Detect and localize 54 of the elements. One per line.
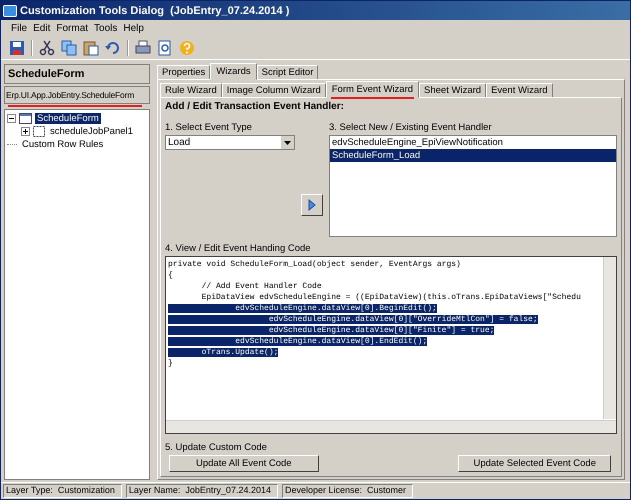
expander-icon[interactable] xyxy=(7,114,16,123)
field-label: 1. Select Event Type xyxy=(165,122,253,133)
section-heading: Add / Edit Transaction Event Handler: xyxy=(165,101,345,112)
preview-icon[interactable] xyxy=(157,40,173,56)
form-icon xyxy=(19,113,32,124)
tab[interactable]: Rule Wizard xyxy=(160,83,222,97)
add-handler-button[interactable] xyxy=(301,194,323,216)
field-label: 4. View / Edit Event Handing Code xyxy=(165,243,312,254)
code-line: // Add Event Handler Code xyxy=(200,282,322,291)
form-title: ScheduleForm xyxy=(4,64,150,84)
event-type-dropdown[interactable]: Load xyxy=(165,135,295,150)
tab[interactable]: Event Wizard xyxy=(486,83,553,97)
menu-item[interactable]: Edit xyxy=(33,23,50,34)
menu-item[interactable]: Help xyxy=(123,23,144,34)
tree-item[interactable]: Custom Row Rules xyxy=(20,139,106,150)
menu-item[interactable]: Tools xyxy=(94,23,118,34)
update-button[interactable]: Update All Event Code xyxy=(169,455,319,472)
field-label: 5. Update Custom Code xyxy=(165,442,268,453)
status-panel: Layer Type: Customization xyxy=(3,484,122,498)
code-line: } xyxy=(168,359,173,368)
list-item[interactable]: edvScheduleEngine_EpiViewNotification xyxy=(330,136,616,149)
play-icon xyxy=(308,199,316,211)
copy-icon[interactable] xyxy=(61,40,77,56)
tree-item[interactable]: scheduleJobPanel1 xyxy=(48,126,135,137)
horizontal-scrollbar[interactable] xyxy=(166,420,616,433)
paste-icon[interactable] xyxy=(83,40,99,56)
field-label: 3. Select New / Existing Event Handler xyxy=(329,122,493,133)
code-editor[interactable] xyxy=(165,256,617,434)
code-line: private void ScheduleForm_Load(object sender, EventArgs args) xyxy=(168,260,461,269)
menu-item[interactable]: Format xyxy=(56,23,88,34)
tab[interactable]: Script Editor xyxy=(256,65,318,79)
list-item[interactable]: ScheduleForm_Load xyxy=(330,149,616,162)
status-panel: Developer License: Customer xyxy=(282,484,414,498)
undo-icon[interactable] xyxy=(105,40,121,56)
save-icon[interactable] xyxy=(9,40,25,56)
update-button[interactable]: Update Selected Event Code xyxy=(458,455,611,472)
scissors-icon[interactable] xyxy=(39,40,55,56)
tab[interactable]: Wizards xyxy=(210,63,257,80)
tab[interactable]: Properties xyxy=(157,65,210,79)
tree-item[interactable]: ScheduleForm xyxy=(35,113,101,124)
app-icon xyxy=(3,4,17,16)
code-line: EpiDataView edvScheduleEngine = ((EpiDataView)(this.oTrans.EpiDataViews["Schedu xyxy=(200,293,581,302)
tab[interactable]: Form Event Wizard xyxy=(326,81,420,98)
tab[interactable]: Image Column Wizard xyxy=(222,83,326,97)
vertical-scrollbar[interactable] xyxy=(603,257,616,419)
menu-item[interactable]: File xyxy=(11,23,28,34)
tab[interactable]: Sheet Wizard xyxy=(419,83,486,97)
printer-icon[interactable] xyxy=(135,40,151,56)
code-line: { xyxy=(168,271,173,280)
expander-icon[interactable] xyxy=(21,127,30,136)
panel-icon xyxy=(33,126,45,137)
form-path: Erp.UI.App.JobEntry.ScheduleForm xyxy=(4,86,150,104)
status-panel: Layer Name: JobEntry_07.24.2014 xyxy=(126,484,278,498)
window-title: Customization Tools Dialog (JobEntry_07.24.2014 ) xyxy=(20,4,290,16)
